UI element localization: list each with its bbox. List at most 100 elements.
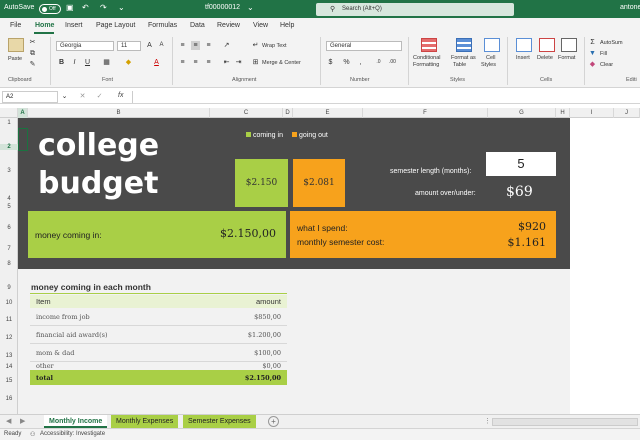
accessibility-status[interactable]: Accessibility: Investigate	[40, 431, 105, 437]
column-amount-header[interactable]: amount	[256, 297, 281, 306]
sheet-tab-monthly-expenses[interactable]: Monthly Expenses	[111, 415, 179, 428]
column-header[interactable]: H	[556, 108, 570, 118]
save-icon[interactable]: ▣	[66, 3, 74, 12]
horizontal-scrollbar[interactable]	[492, 418, 638, 426]
row-header[interactable]: 15	[0, 378, 18, 384]
underline-icon[interactable]: U	[83, 58, 92, 67]
formula-input[interactable]	[132, 91, 640, 103]
bold-icon[interactable]: B	[57, 58, 66, 67]
row-header[interactable]: 1	[0, 120, 18, 126]
tab-home[interactable]: Home	[35, 22, 54, 29]
table-total-row[interactable]: total $2.150,00	[30, 370, 287, 385]
column-header[interactable]: J	[614, 108, 640, 118]
prev-sheet-icon[interactable]: ◀	[6, 417, 11, 425]
align-left-icon[interactable]: ≡	[178, 58, 187, 67]
row-header[interactable]: 10	[0, 300, 18, 306]
outdent-icon[interactable]: ⇥	[234, 58, 243, 67]
format-painter-icon[interactable]: ✎	[28, 60, 37, 69]
column-header[interactable]: E	[293, 108, 363, 118]
align-right-icon[interactable]: ≡	[204, 58, 213, 67]
sheet-tab-semester-expenses[interactable]: Semester Expenses	[183, 415, 256, 428]
column-item-header[interactable]: Item	[36, 297, 51, 306]
borders-icon[interactable]: ▦	[102, 58, 111, 67]
align-top-icon[interactable]: ≡	[178, 41, 187, 50]
copy-icon[interactable]: ⧉	[28, 49, 37, 58]
orientation-icon[interactable]: ↗	[222, 41, 231, 50]
row-header[interactable]: 8	[0, 261, 18, 267]
currency-icon[interactable]: $	[326, 58, 335, 67]
paste-button[interactable]: Paste	[8, 56, 22, 62]
paste-icon[interactable]	[8, 38, 24, 52]
decrease-decimal-icon[interactable]: .00	[388, 58, 397, 67]
format-as-table-button[interactable]: Format as	[451, 55, 476, 61]
number-format-dropdown[interactable]: General	[326, 41, 402, 51]
font-size-dropdown[interactable]: 11	[117, 41, 141, 51]
accessibility-icon[interactable]: ⚇	[30, 431, 35, 438]
row-header[interactable]: 9	[0, 285, 18, 291]
fill-button[interactable]: Fill	[600, 51, 607, 57]
insert-function-icon[interactable]: fx	[118, 92, 123, 99]
row-header[interactable]: 14	[0, 364, 18, 370]
semester-length-input[interactable]: 5	[486, 152, 556, 176]
merge-center-button[interactable]: Merge & Center	[262, 60, 301, 66]
name-box[interactable]: A2	[2, 91, 58, 103]
table-row[interactable]: income from job $850,00	[30, 308, 287, 326]
select-all-corner[interactable]	[0, 108, 18, 118]
row-header[interactable]: 3	[0, 168, 18, 174]
cell-styles-button[interactable]: Cell	[486, 55, 495, 61]
comma-style-icon[interactable]: ,	[356, 58, 365, 67]
scroll-more-icon[interactable]: ⋮	[484, 417, 491, 425]
worksheet[interactable]: college budget coming in going out $2.15…	[18, 118, 640, 414]
column-header[interactable]: A	[18, 108, 28, 118]
column-header[interactable]: B	[28, 108, 210, 118]
tab-view[interactable]: View	[253, 22, 268, 29]
redo-icon[interactable]: ↷	[100, 3, 107, 12]
align-center-icon[interactable]: ≡	[191, 58, 200, 67]
tab-formulas[interactable]: Formulas	[148, 22, 177, 29]
tab-file[interactable]: File	[10, 22, 21, 29]
row-header[interactable]: 6	[0, 225, 18, 231]
insert-cells-button[interactable]: Insert	[516, 55, 530, 61]
align-middle-icon[interactable]: ≡	[191, 41, 200, 50]
delete-cells-button[interactable]: Delete	[537, 55, 553, 61]
wrap-text-button[interactable]: Wrap Text	[262, 43, 287, 49]
row-header[interactable]: 12	[0, 335, 18, 341]
row-header[interactable]: 2	[0, 144, 18, 150]
row-header[interactable]: 11	[0, 317, 18, 323]
cancel-icon[interactable]: ✕	[78, 92, 87, 101]
chevron-down-icon[interactable]: ⌄	[247, 3, 254, 12]
sheet-tab-monthly-income[interactable]: Monthly Income	[44, 415, 108, 428]
table-row[interactable]: other $0,00	[30, 352, 287, 370]
decrease-font-icon[interactable]: A	[157, 41, 166, 50]
search-box[interactable]: ⚲ Search (Alt+Q)	[316, 3, 514, 16]
font-name-dropdown[interactable]: Georgia	[56, 41, 114, 51]
row-header[interactable]: 13	[0, 353, 18, 359]
tab-review[interactable]: Review	[217, 22, 240, 29]
indent-icon[interactable]: ⇤	[222, 58, 231, 67]
italic-icon[interactable]: I	[70, 58, 79, 67]
user-name[interactable]: antone	[620, 4, 640, 11]
increase-font-icon[interactable]: A	[145, 41, 154, 50]
tab-page-layout[interactable]: Page Layout	[96, 22, 135, 29]
active-cell-selection[interactable]	[18, 128, 28, 151]
tab-data[interactable]: Data	[190, 22, 205, 29]
percent-icon[interactable]: %	[342, 58, 351, 67]
column-header[interactable]: D	[283, 108, 293, 118]
column-header[interactable]: I	[570, 108, 614, 118]
name-box-dropdown-icon[interactable]: ⌄	[60, 92, 69, 101]
format-cells-button[interactable]: Format	[558, 55, 575, 61]
row-header[interactable]: 4	[0, 196, 18, 202]
add-sheet-icon[interactable]: +	[268, 416, 279, 427]
increase-decimal-icon[interactable]: .0	[374, 58, 383, 67]
row-header[interactable]: 16	[0, 396, 18, 402]
align-bottom-icon[interactable]: ≡	[204, 41, 213, 50]
table-row[interactable]: financial aid award(s) $1.200,00	[30, 326, 287, 344]
fill-color-icon[interactable]: ◆	[124, 58, 133, 67]
column-header[interactable]: C	[210, 108, 283, 118]
customize-qat-icon[interactable]: ⌄	[118, 3, 125, 12]
clear-button[interactable]: Clear	[600, 62, 613, 68]
column-header[interactable]: G	[488, 108, 556, 118]
enter-icon[interactable]: ✓	[95, 92, 104, 101]
row-header[interactable]: 7	[0, 246, 18, 252]
next-sheet-icon[interactable]: ▶	[20, 417, 25, 425]
